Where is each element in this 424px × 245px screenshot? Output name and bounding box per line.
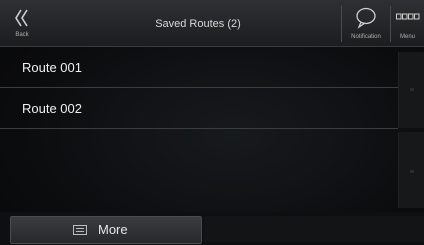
speech-bubble-icon [356, 7, 376, 29]
back-label: Back [15, 32, 29, 38]
menu-label: Menu [399, 34, 415, 40]
notification-label: Notification [351, 34, 381, 40]
scroll-rail [398, 52, 424, 210]
bottom-bar-empty-area [204, 216, 424, 242]
scroll-down-button[interactable] [398, 132, 424, 208]
app-screen: Back Saved Routes (2) Notification Menu … [0, 0, 424, 245]
more-label: More [98, 222, 128, 237]
more-button[interactable]: More [10, 216, 202, 244]
saved-routes-list: Route 001 Route 002 [0, 47, 398, 129]
scroll-up-button[interactable] [398, 52, 424, 128]
bottom-bar: More [0, 212, 424, 245]
double-chevron-left-icon [15, 9, 28, 27]
route-name: Route 001 [22, 60, 82, 75]
header-bar: Back Saved Routes (2) Notification Menu [0, 0, 424, 47]
scroll-up-icon [410, 88, 414, 91]
list-item[interactable]: Route 002 [0, 88, 398, 129]
notification-button[interactable]: Notification [342, 0, 390, 46]
scroll-down-icon [410, 170, 414, 173]
back-button[interactable]: Back [0, 0, 44, 46]
more-lines-icon [73, 225, 87, 235]
menu-button[interactable]: Menu [391, 0, 424, 46]
route-name: Route 002 [22, 101, 82, 116]
list-item[interactable]: Route 001 [0, 47, 398, 88]
page-title: Saved Routes (2) [155, 18, 241, 30]
menu-grid-icon [396, 13, 420, 20]
